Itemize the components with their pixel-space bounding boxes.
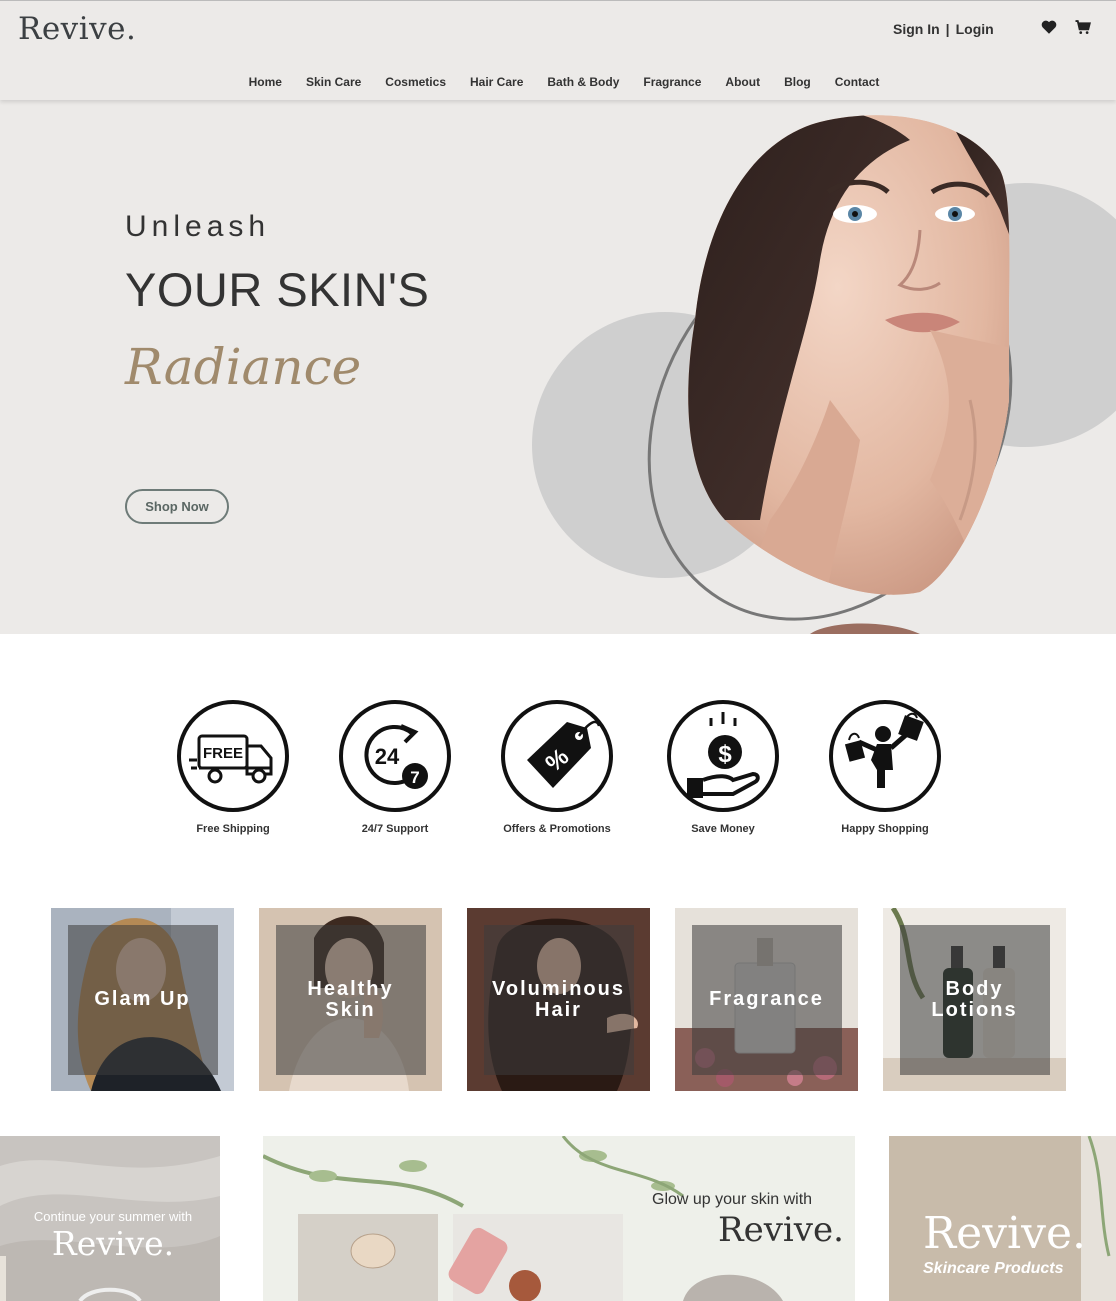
- heart-icon[interactable]: [1040, 18, 1058, 36]
- nav-blog[interactable]: Blog: [784, 75, 811, 89]
- category-tile-body-lotions[interactable]: Body Lotions: [883, 908, 1066, 1091]
- hero-line-your-skins: YOUR SKIN'S: [125, 263, 430, 316]
- category-title: Voluminous Hair: [492, 977, 625, 1021]
- sign-in-link[interactable]: Sign In: [893, 21, 940, 37]
- logo[interactable]: Revive.: [18, 11, 136, 47]
- nav-home[interactable]: Home: [249, 75, 282, 89]
- nav-hair-care[interactable]: Hair Care: [470, 75, 523, 89]
- promo-summer-brand: Revive.: [51, 1224, 175, 1263]
- price-tag-percent-icon: %: [501, 700, 613, 812]
- hand-coin-icon: $: [667, 700, 779, 812]
- cart-icon[interactable]: [1074, 18, 1092, 36]
- promo-skincare-sub: Skincare Products: [923, 1260, 1064, 1277]
- promo-banner-glow[interactable]: Glow up your skin with Revive.: [263, 1136, 855, 1301]
- feature-label: Free Shipping: [196, 823, 270, 835]
- feature-label: Offers & Promotions: [503, 823, 611, 835]
- feature-support: 24 7 24/7 Support: [325, 700, 465, 835]
- hero-model-image: [532, 115, 1116, 634]
- nav-skin-care[interactable]: Skin Care: [306, 75, 361, 89]
- promo-skincare-brand: Revive.: [923, 1208, 1086, 1259]
- support-24-7-icon: 24 7: [339, 700, 451, 812]
- nav-fragrance[interactable]: Fragrance: [643, 75, 701, 89]
- features-row: FREE Free Shipping 24 7 24/7 Support % O…: [0, 700, 1116, 840]
- category-title: Healthy Skin: [307, 977, 394, 1021]
- promo-glow-brand: Revive.: [718, 1210, 844, 1250]
- promo-banner-summer[interactable]: Continue your summer with Revive.: [0, 1136, 220, 1301]
- nav-about[interactable]: About: [725, 75, 760, 89]
- feature-save-money: $ Save Money: [653, 700, 793, 835]
- shopper-bags-icon: [829, 700, 941, 812]
- nav-bath-body[interactable]: Bath & Body: [547, 75, 619, 89]
- feature-label: Happy Shopping: [841, 823, 929, 835]
- feature-offers: % Offers & Promotions: [487, 700, 627, 835]
- promo-banner-skincare[interactable]: Revive. Skincare Products: [889, 1136, 1116, 1301]
- support-7-text: 7: [410, 768, 419, 787]
- login-link[interactable]: Login: [956, 21, 994, 37]
- category-title: Fragrance: [709, 988, 824, 1010]
- feature-free-shipping: FREE Free Shipping: [163, 700, 303, 835]
- nav-contact[interactable]: Contact: [835, 75, 880, 89]
- category-tile-healthy-skin[interactable]: Healthy Skin: [259, 908, 442, 1091]
- hero-banner: Unleash YOUR SKIN'S Radiance Shop Now: [0, 100, 1116, 634]
- support-24-text: 24: [375, 744, 400, 769]
- promo-glow-line: Glow up your skin with: [652, 1191, 813, 1208]
- nav-cosmetics[interactable]: Cosmetics: [385, 75, 446, 89]
- free-shipping-truck-icon: FREE: [177, 700, 289, 812]
- site-header: Revive. Sign In | Login Home Skin Care Cosme…: [0, 0, 1116, 100]
- main-nav: Home Skin Care Cosmetics Hair Care Bath & Bo…: [0, 73, 1116, 91]
- feature-happy-shopping: Happy Shopping: [815, 700, 955, 835]
- free-badge-text: FREE: [203, 745, 243, 762]
- feature-label: Save Money: [691, 823, 755, 835]
- shop-now-button[interactable]: Shop Now: [125, 489, 229, 524]
- promo-summer-line: Continue your summer with: [33, 1209, 193, 1224]
- feature-label: 24/7 Support: [361, 823, 429, 835]
- auth-separator: |: [945, 21, 950, 37]
- category-title: Body Lotions: [931, 977, 1018, 1021]
- hero-line-radiance: Radiance: [125, 338, 362, 396]
- category-tile-fragrance[interactable]: Fragrance: [675, 908, 858, 1091]
- hero-line-unleash: Unleash: [125, 210, 271, 243]
- category-tile-glam-up[interactable]: Glam Up: [51, 908, 234, 1091]
- category-tile-voluminous-hair[interactable]: Voluminous Hair: [467, 908, 650, 1091]
- category-title: Glam Up: [94, 988, 191, 1010]
- dollar-text: $: [718, 741, 732, 768]
- auth-links: Sign In | Login: [893, 21, 994, 37]
